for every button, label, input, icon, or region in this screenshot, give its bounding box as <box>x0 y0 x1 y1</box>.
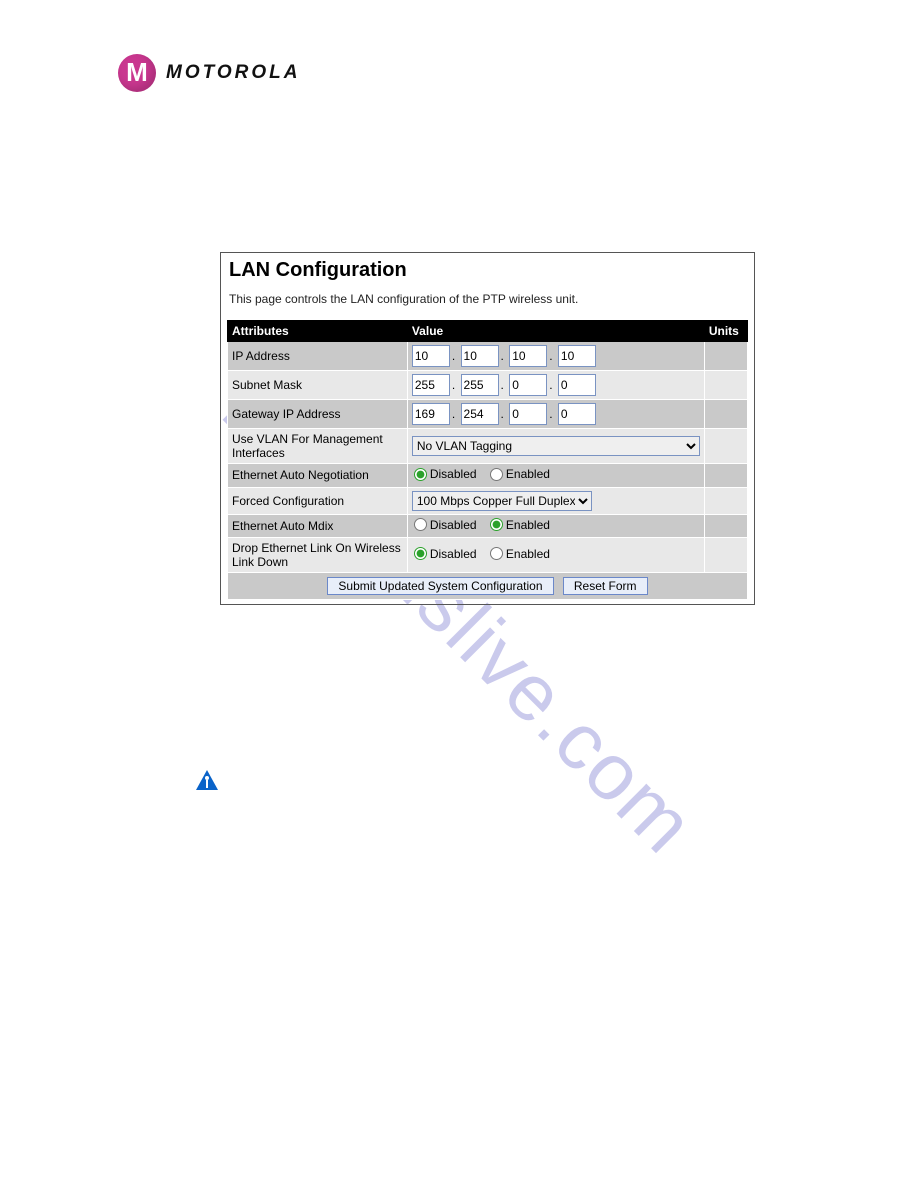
row-forced-cfg: Forced Configuration 100 Mbps Copper Ful… <box>228 487 748 514</box>
drop-link-disabled-label: Disabled <box>430 547 477 561</box>
reset-button[interactable]: Reset Form <box>563 577 648 595</box>
forced-cfg-select[interactable]: 100 Mbps Copper Full Duplex <box>412 491 592 511</box>
row-buttons: Submit Updated System Configuration Rese… <box>228 573 748 600</box>
drop-link-enabled-radio[interactable] <box>490 547 503 560</box>
eth-auto-mdix-disabled-radio[interactable] <box>414 518 427 531</box>
subnet-octet-4[interactable] <box>558 374 596 396</box>
drop-link-disabled-radio[interactable] <box>414 547 427 560</box>
label-eth-auto-neg: Ethernet Auto Negotiation <box>228 464 408 488</box>
label-ip-address: IP Address <box>228 342 408 371</box>
value-ip-address: . . . <box>407 342 704 371</box>
label-gateway: Gateway IP Address <box>228 400 408 429</box>
eth-auto-mdix-enabled-label: Enabled <box>506 518 550 532</box>
value-eth-auto-mdix: Disabled Enabled <box>407 514 704 538</box>
note-triangle-icon <box>196 770 218 795</box>
units-forced-cfg <box>704 487 747 514</box>
ip-octet-3[interactable] <box>509 345 547 367</box>
gateway-octet-1[interactable] <box>412 403 450 425</box>
config-table: Attributes Value Units IP Address . . . … <box>227 320 748 600</box>
row-eth-auto-mdix: Ethernet Auto Mdix Disabled Enabled <box>228 514 748 538</box>
label-drop-link: Drop Ethernet Link On Wireless Link Down <box>228 538 408 573</box>
subnet-octet-2[interactable] <box>461 374 499 396</box>
value-gateway: . . . <box>407 400 704 429</box>
eth-auto-neg-enabled-radio[interactable] <box>490 468 503 481</box>
subnet-octet-1[interactable] <box>412 374 450 396</box>
units-subnet-mask <box>704 371 747 400</box>
col-attributes: Attributes <box>228 321 408 342</box>
eth-auto-neg-disabled-label: Disabled <box>430 467 477 481</box>
table-header-row: Attributes Value Units <box>228 321 748 342</box>
row-vlan: Use VLAN For Management Interfaces No VL… <box>228 429 748 464</box>
brand-logo: MOTOROLA <box>118 54 300 92</box>
eth-auto-neg-disabled-radio[interactable] <box>414 468 427 481</box>
units-eth-auto-mdix <box>704 514 747 538</box>
submit-button[interactable]: Submit Updated System Configuration <box>327 577 553 595</box>
col-units: Units <box>704 321 747 342</box>
value-drop-link: Disabled Enabled <box>407 538 704 573</box>
subnet-octet-3[interactable] <box>509 374 547 396</box>
row-eth-auto-neg: Ethernet Auto Negotiation Disabled Enabl… <box>228 464 748 488</box>
eth-auto-neg-enabled-label: Enabled <box>506 467 550 481</box>
label-vlan: Use VLAN For Management Interfaces <box>228 429 408 464</box>
value-vlan: No VLAN Tagging <box>407 429 704 464</box>
value-forced-cfg: 100 Mbps Copper Full Duplex <box>407 487 704 514</box>
label-forced-cfg: Forced Configuration <box>228 487 408 514</box>
value-eth-auto-neg: Disabled Enabled <box>407 464 704 488</box>
gateway-octet-4[interactable] <box>558 403 596 425</box>
gateway-octet-3[interactable] <box>509 403 547 425</box>
units-gateway <box>704 400 747 429</box>
units-drop-link <box>704 538 747 573</box>
eth-auto-mdix-enabled-radio[interactable] <box>490 518 503 531</box>
row-gateway: Gateway IP Address . . . <box>228 400 748 429</box>
row-drop-link: Drop Ethernet Link On Wireless Link Down… <box>228 538 748 573</box>
ip-octet-2[interactable] <box>461 345 499 367</box>
label-eth-auto-mdix: Ethernet Auto Mdix <box>228 514 408 538</box>
panel-description: This page controls the LAN configuration… <box>229 292 748 306</box>
col-value: Value <box>407 321 704 342</box>
lan-configuration-panel: LAN Configuration This page controls the… <box>220 252 755 605</box>
value-subnet-mask: . . . <box>407 371 704 400</box>
units-ip-address <box>704 342 747 371</box>
ip-octet-1[interactable] <box>412 345 450 367</box>
units-eth-auto-neg <box>704 464 747 488</box>
brand-text: MOTOROLA <box>166 62 300 84</box>
row-subnet-mask: Subnet Mask . . . <box>228 371 748 400</box>
motorola-icon <box>118 54 156 92</box>
label-subnet-mask: Subnet Mask <box>228 371 408 400</box>
gateway-octet-2[interactable] <box>461 403 499 425</box>
vlan-select[interactable]: No VLAN Tagging <box>412 436 700 456</box>
drop-link-enabled-label: Enabled <box>506 547 550 561</box>
panel-title: LAN Configuration <box>229 259 748 282</box>
units-vlan <box>704 429 747 464</box>
row-ip-address: IP Address . . . <box>228 342 748 371</box>
eth-auto-mdix-disabled-label: Disabled <box>430 518 477 532</box>
ip-octet-4[interactable] <box>558 345 596 367</box>
